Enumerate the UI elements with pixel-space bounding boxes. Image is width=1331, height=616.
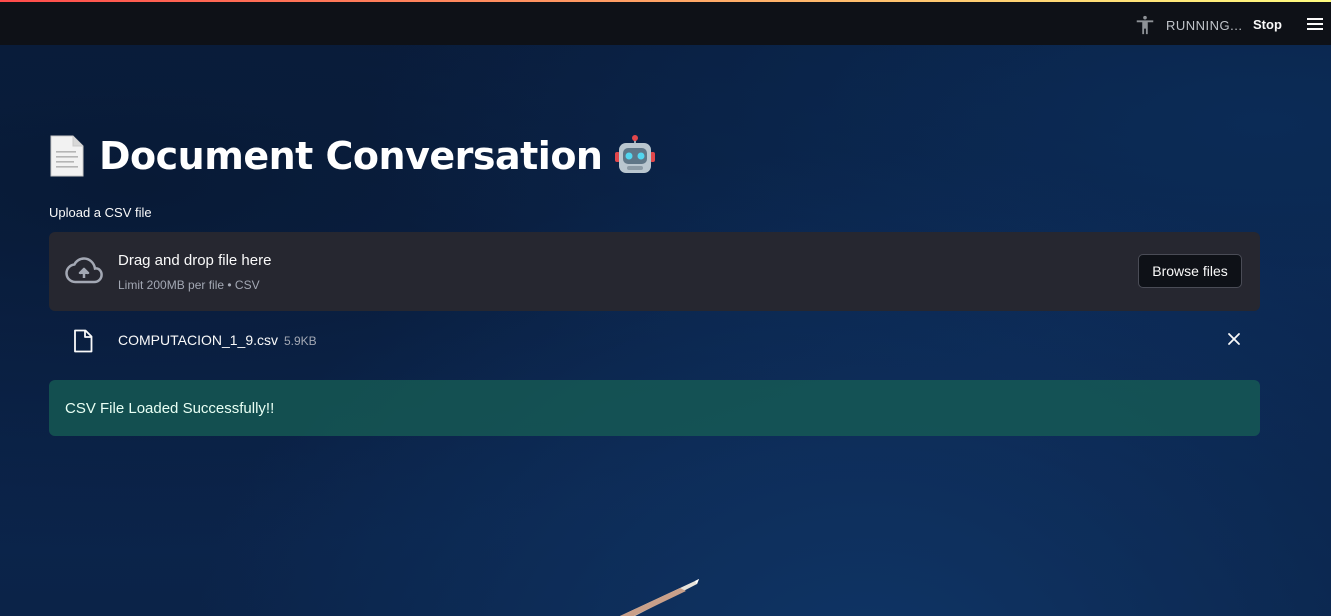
robot-face-icon: [615, 135, 656, 173]
running-status: RUNNING...: [1166, 18, 1243, 33]
dropzone-title: Drag and drop file here: [118, 252, 272, 269]
upload-label: Upload a CSV file: [49, 205, 152, 220]
success-alert: CSV File Loaded Successfully!!: [49, 380, 1260, 436]
close-icon[interactable]: [1227, 332, 1241, 346]
browse-files-button[interactable]: Browse files: [1138, 254, 1242, 288]
hamburger-menu-icon[interactable]: [1307, 18, 1323, 31]
uploaded-file-row: COMPUTACION_1_9.csv 5.9KB: [49, 322, 1260, 358]
success-message: CSV File Loaded Successfully!!: [65, 400, 275, 417]
page-title-row: Document Conversation: [49, 128, 656, 184]
file-icon: [74, 329, 93, 353]
uploaded-file-name: COMPUTACION_1_9.csv: [118, 332, 278, 348]
app-header: RUNNING... Stop: [0, 2, 1331, 45]
accessibility-icon: [1136, 15, 1154, 35]
dropzone-limit-text: Limit 200MB per file • CSV: [118, 278, 260, 292]
cloud-upload-icon: [65, 257, 103, 284]
uploaded-file-size: 5.9KB: [284, 334, 317, 348]
file-dropzone[interactable]: Drag and drop file here Limit 200MB per …: [49, 232, 1260, 311]
page-title: Document Conversation: [99, 134, 603, 178]
stop-button[interactable]: Stop: [1253, 17, 1282, 32]
background-pencil-image: [620, 579, 699, 616]
page-facing-up-icon: [50, 135, 84, 177]
